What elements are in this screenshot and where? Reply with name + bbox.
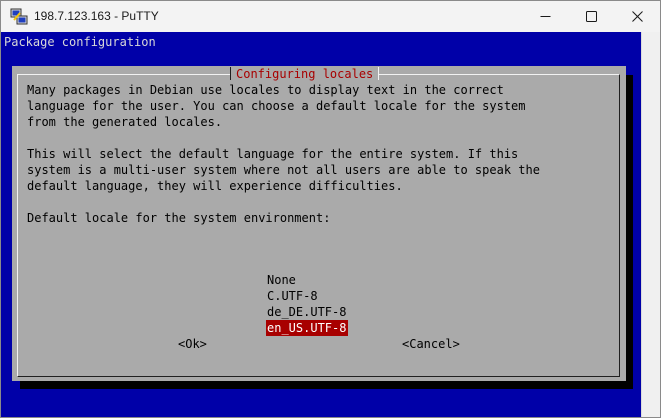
locale-option-c-utf8[interactable]: C.UTF-8 [266, 288, 348, 304]
description-line: from the generated locales. [27, 115, 223, 129]
dialog-title: Configuring locales [230, 66, 380, 82]
locale-prompt: Default locale for the system environmen… [27, 211, 331, 225]
description-line: Many packages in Debian use locales to d… [27, 83, 504, 97]
maximize-icon [586, 11, 597, 22]
window-title: 198.7.123.163 - PuTTY [34, 9, 159, 23]
description-line: This will select the default language fo… [27, 147, 519, 161]
locale-option-en-us-selected[interactable]: en_US.UTF-8 [266, 320, 349, 336]
putty-window: 198.7.123.163 - PuTTY Package configurat… [0, 0, 661, 418]
maximize-button[interactable] [568, 1, 614, 32]
vertical-scrollbar[interactable] [641, 32, 660, 417]
description-line: system is a multi-user system where not … [27, 163, 540, 177]
description-line: default language, they will experience d… [27, 179, 403, 193]
cancel-button[interactable]: <Cancel> [402, 336, 460, 352]
close-button[interactable] [614, 1, 660, 32]
ok-button[interactable]: <Ok> [178, 336, 207, 352]
putty-icon[interactable] [10, 8, 28, 25]
locale-option-none[interactable]: None [266, 272, 348, 288]
close-icon [632, 11, 643, 22]
terminal-screen[interactable]: Package configuration Configuring locale… [1, 32, 641, 417]
minimize-button[interactable] [522, 1, 568, 32]
locale-list[interactable]: None C.UTF-8 de_DE.UTF-8 en_US.UTF-8 [266, 272, 349, 336]
minimize-icon [540, 16, 551, 17]
title-bar[interactable]: 198.7.123.163 - PuTTY [1, 1, 660, 32]
package-configuration-header: Package configuration [4, 35, 156, 49]
locale-option-de-de[interactable]: de_DE.UTF-8 [266, 304, 348, 320]
description-line: language for the user. You can choose a … [27, 99, 526, 113]
configuring-locales-dialog: Configuring locales Many packages in Deb… [12, 66, 626, 381]
